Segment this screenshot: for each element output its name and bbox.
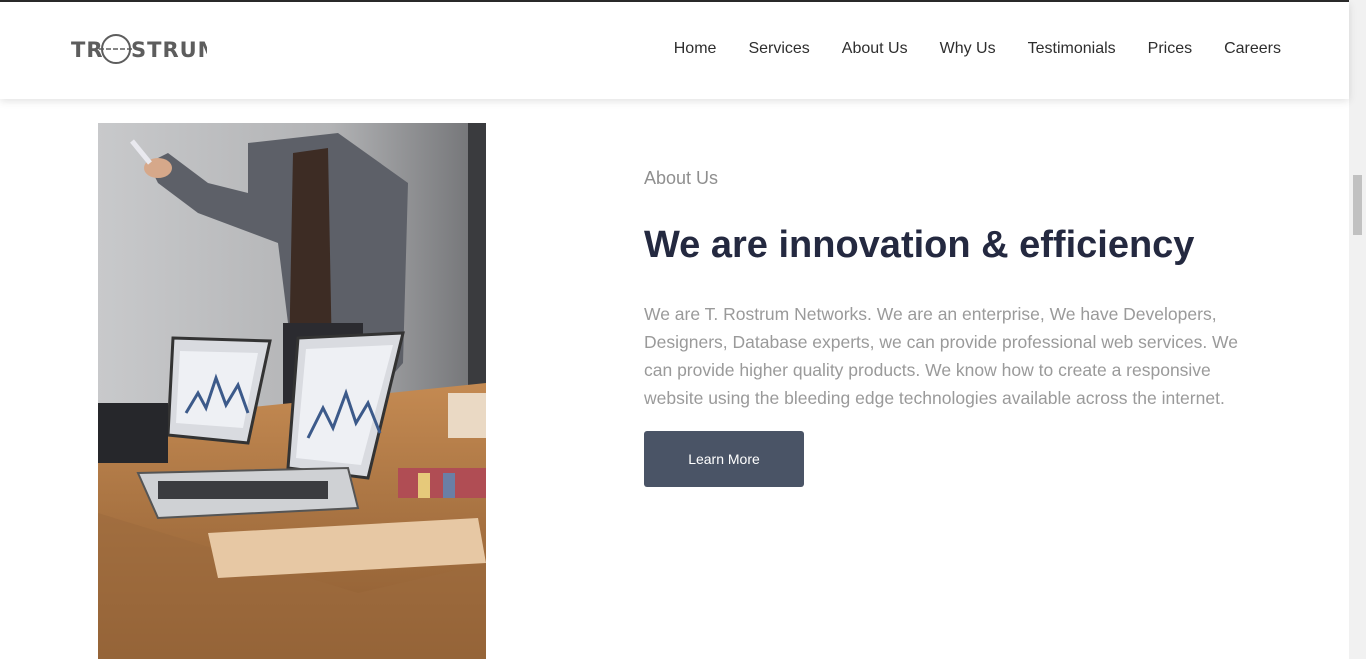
page-scrollbar[interactable] [1349, 0, 1366, 659]
nav-testimonials[interactable]: Testimonials [1028, 38, 1116, 60]
office-meeting-photo [98, 123, 486, 659]
svg-text:TR: TR [71, 38, 104, 62]
svg-text:STRUM: STRUM [131, 38, 207, 62]
nav-about-us[interactable]: About Us [842, 38, 908, 60]
nav-services[interactable]: Services [748, 38, 809, 60]
learn-more-button[interactable]: Learn More [644, 431, 804, 487]
trostrum-logo-icon: TR STRUM [71, 34, 207, 64]
navbar: TR STRUM Home Services About Us Why Us T… [0, 2, 1349, 99]
scrollbar-thumb[interactable] [1353, 175, 1362, 235]
nav-prices[interactable]: Prices [1148, 38, 1192, 60]
brand-logo[interactable]: TR STRUM [71, 32, 207, 66]
nav-home[interactable]: Home [674, 38, 717, 60]
about-title: We are innovation & efficiency [644, 224, 1195, 266]
nav-why-us[interactable]: Why Us [940, 38, 996, 60]
main-nav: Home Services About Us Why Us Testimonia… [642, 38, 1281, 60]
about-body: We are T. Rostrum Networks. We are an en… [644, 304, 1238, 408]
nav-careers[interactable]: Careers [1224, 38, 1281, 60]
about-eyebrow: About Us [644, 168, 719, 188]
